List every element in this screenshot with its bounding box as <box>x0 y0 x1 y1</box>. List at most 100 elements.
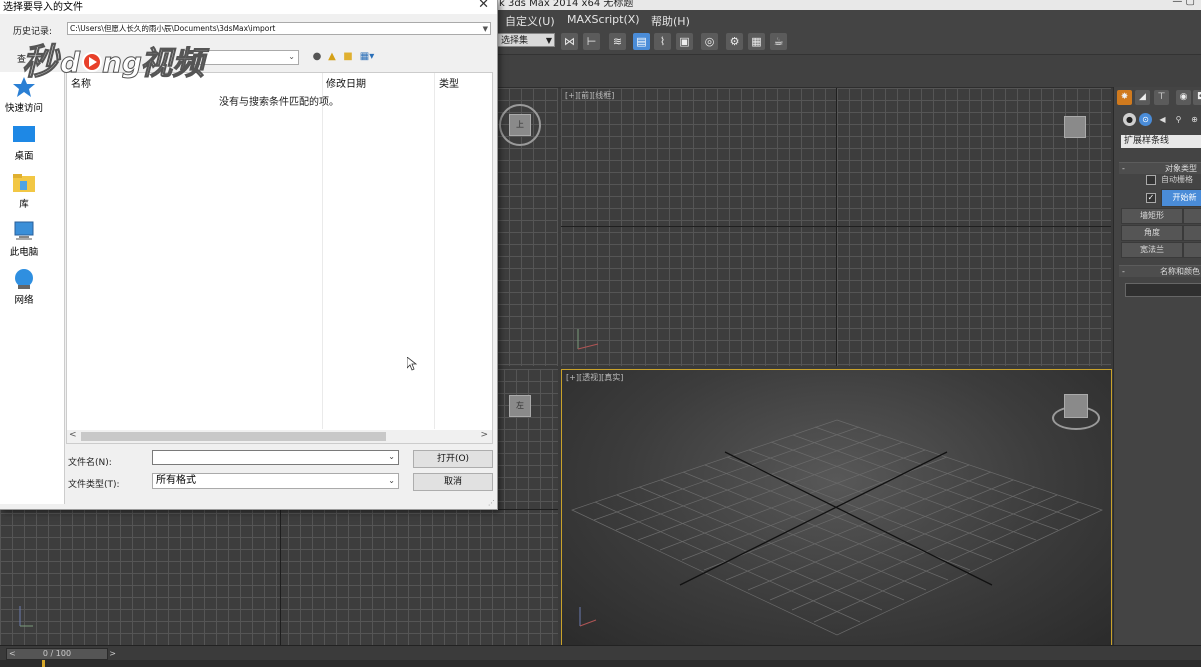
viewcube-icon[interactable] <box>1064 116 1086 138</box>
place-desktop[interactable]: 桌面 <box>0 124 48 162</box>
rollout-object-type[interactable]: - 对象类型 <box>1119 162 1201 174</box>
curve-editor-icon[interactable]: ⌇ <box>654 33 671 50</box>
place-network[interactable]: 网络 <box>0 268 48 306</box>
viewcube-icon[interactable]: 左 <box>509 395 531 417</box>
open-button[interactable]: 打开(O) <box>413 450 493 468</box>
wrectangle-button[interactable]: 墙矩形 <box>1121 208 1183 224</box>
cancel-button[interactable]: 取消 <box>413 473 493 491</box>
filetype-select[interactable]: 所有格式 ⌄ <box>152 473 399 489</box>
layer-manager-icon[interactable]: ≋ <box>609 33 626 50</box>
file-list[interactable]: 名称 ^ 修改日期 类型 没有与搜索条件匹配的项。 < > <box>66 70 493 444</box>
resize-grip-icon[interactable]: ⋰ <box>488 499 495 507</box>
viewport-front[interactable]: [+][前][线框] <box>561 88 1111 366</box>
rollout-title: 对象类型 <box>1165 164 1197 173</box>
rendered-frame-window-icon[interactable]: ▦ <box>748 33 765 50</box>
column-header-date[interactable]: 修改日期 <box>326 75 366 90</box>
desktop-icon <box>13 126 35 142</box>
filetype-value: 所有格式 <box>156 475 196 486</box>
modify-tab-icon[interactable]: ◢ <box>1135 90 1150 105</box>
time-slider[interactable]: < 0 / 100 > <box>6 648 116 660</box>
viewcube-icon[interactable]: 上 <box>509 114 531 136</box>
hierarchy-tab-icon[interactable]: ⊤ <box>1154 90 1169 105</box>
render-teapot-icon[interactable]: ☕ <box>770 33 787 50</box>
max-title-text: k 3ds Max 2014 x64 无标题 <box>499 0 634 9</box>
command-panel: ✸ ◢ ⊤ ◉ ◘ ● ⊙ ◀ ⚲ ⊕ 扩展样条线 - 对象类型 自动栅格 ✓ … <box>1113 87 1201 666</box>
tee-button[interactable] <box>1183 225 1201 241</box>
geometry-icon[interactable]: ● <box>1123 113 1136 126</box>
places-sidebar: 快速访问 桌面 库 此电脑 网络 <box>0 72 65 504</box>
place-library[interactable]: 库 <box>0 172 48 210</box>
selection-set-dropdown[interactable]: 选择集 ▼ <box>497 33 555 47</box>
auto-grid-checkbox[interactable] <box>1146 175 1156 185</box>
time-slider-next-icon[interactable]: > <box>109 649 116 659</box>
cameras-icon[interactable]: ⚲ <box>1172 113 1185 126</box>
angle-button[interactable]: 角度 <box>1121 225 1183 241</box>
lights-icon[interactable]: ◀ <box>1156 113 1169 126</box>
svg-text:d: d <box>60 46 81 79</box>
wide-flange-button[interactable]: 宽法兰 <box>1121 242 1183 258</box>
menu-customize[interactable]: 自定义(U) <box>505 13 555 29</box>
mouse-cursor-icon <box>407 357 417 371</box>
create-tab-icon[interactable]: ✸ <box>1117 90 1132 105</box>
schematic-view-icon[interactable]: ▣ <box>676 33 693 50</box>
chevron-down-icon[interactable]: ⌄ <box>388 452 395 461</box>
motion-tab-icon[interactable]: ◉ <box>1176 90 1191 105</box>
perspective-grid <box>571 419 1103 636</box>
mirror-icon[interactable]: ⋈ <box>561 33 578 50</box>
view-menu-icon[interactable]: ▦▾ <box>358 51 376 63</box>
object-name-input[interactable] <box>1125 283 1201 297</box>
align-icon[interactable]: ⊢ <box>583 33 600 50</box>
chevron-down-icon: ⌄ <box>288 52 295 61</box>
scrollbar-thumb[interactable] <box>81 432 386 441</box>
helpers-icon[interactable]: ⊕ <box>1188 113 1201 126</box>
dialog-title-bar[interactable]: 选择要导入的文件 ✕ <box>0 0 497 14</box>
channel-button[interactable] <box>1183 208 1201 224</box>
filename-input[interactable]: ⌄ <box>152 450 399 465</box>
viewport-perspective[interactable]: [+][透视][真实] <box>561 369 1112 646</box>
column-divider[interactable] <box>434 73 435 429</box>
start-new-shape-checkbox[interactable]: ✓ <box>1146 193 1156 203</box>
filename-label: 文件名(N): <box>68 458 112 468</box>
time-slider-prev-icon[interactable]: < <box>9 649 16 659</box>
render-setup-icon[interactable]: ⚙ <box>726 33 743 50</box>
back-icon[interactable]: ● <box>311 51 323 63</box>
network-icon <box>15 269 33 289</box>
viewport-label[interactable]: [+][前][线框] <box>565 90 614 101</box>
place-this-pc[interactable]: 此电脑 <box>0 220 48 258</box>
place-label: 此电脑 <box>9 247 39 258</box>
up-folder-icon[interactable]: ▲ <box>326 51 338 63</box>
scroll-left-icon[interactable]: < <box>69 430 77 440</box>
display-tab-icon[interactable]: ◘ <box>1193 90 1201 105</box>
place-label: 网络 <box>14 295 34 306</box>
axis-tripod-icon <box>577 329 599 350</box>
computer-icon <box>14 221 34 240</box>
filetype-label: 文件类型(T): <box>68 480 120 490</box>
chevron-down-icon: ▼ <box>482 25 488 33</box>
scroll-right-icon[interactable]: > <box>480 430 488 440</box>
rollout-name-color[interactable]: - 名称和颜色 <box>1119 265 1201 277</box>
scene-explorer-icon[interactable]: ▤ <box>633 33 650 50</box>
viewport-top[interactable]: 上 <box>497 88 558 366</box>
column-header-type[interactable]: 类型 <box>439 75 459 90</box>
menu-help[interactable]: 帮助(H) <box>651 13 690 29</box>
object-category-dropdown[interactable]: 扩展样条线 <box>1121 135 1201 148</box>
viewcube-icon[interactable] <box>1064 394 1088 418</box>
chevron-down-icon: ⌄ <box>388 476 395 485</box>
window-controls[interactable]: — ▢ <box>1172 0 1195 7</box>
extra-button[interactable] <box>1183 242 1201 258</box>
start-new-shape-button[interactable]: 开始新 <box>1161 189 1201 207</box>
new-folder-icon[interactable]: ■ <box>342 51 354 63</box>
place-label: 库 <box>19 199 29 210</box>
shapes-icon[interactable]: ⊙ <box>1139 113 1152 126</box>
world-axis-vertical <box>836 88 837 366</box>
close-icon[interactable]: ✕ <box>478 0 489 12</box>
axis-tripod-icon <box>579 607 597 627</box>
max-title-bar: k 3ds Max 2014 x64 无标题 — ▢ <box>493 0 1201 10</box>
menu-maxscript[interactable]: MAXScript(X) <box>567 13 640 26</box>
time-slider-value: 0 / 100 <box>42 649 72 658</box>
material-editor-icon[interactable]: ◎ <box>701 33 718 50</box>
column-divider[interactable] <box>322 73 323 429</box>
collapse-icon: - <box>1122 164 1125 173</box>
horizontal-scrollbar[interactable]: < > <box>67 430 492 443</box>
history-dropdown[interactable]: C:\Users\但愿人长久的雨小辰\Documents\3dsMax\impo… <box>67 22 491 35</box>
